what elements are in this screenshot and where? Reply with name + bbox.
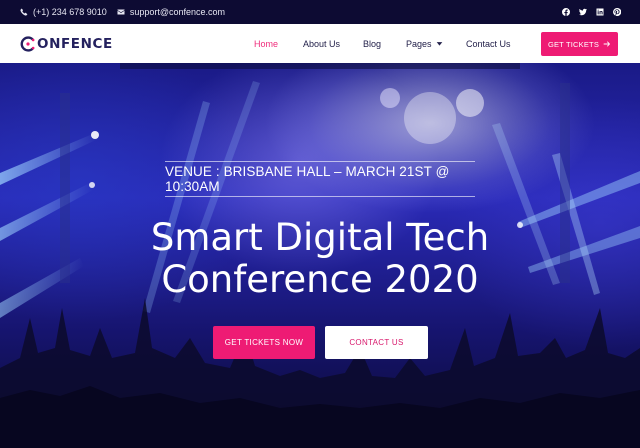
hero-section: VENUE : BRISBANE HALL – MARCH 21ST @ 10:… xyxy=(0,63,640,448)
site-logo[interactable]: ONFENCE xyxy=(20,36,113,52)
get-tickets-button[interactable]: GET TICKETS xyxy=(541,32,618,56)
facebook-icon[interactable] xyxy=(562,8,570,16)
caret-down-icon xyxy=(436,42,442,46)
hero-title-line-2: Conference 2020 xyxy=(161,258,479,301)
nav-pages-label: Pages xyxy=(406,38,432,49)
phone-contact[interactable]: (+1) 234 678 9010 xyxy=(20,7,107,17)
linkedin-icon[interactable] xyxy=(596,8,604,16)
hero-content: VENUE : BRISBANE HALL – MARCH 21ST @ 10:… xyxy=(0,63,640,448)
site-header: ONFENCE Home About Us Blog Pages Contact… xyxy=(0,24,640,63)
hero-title: Smart Digital Tech Conference 2020 xyxy=(60,217,580,301)
social-links xyxy=(562,8,621,16)
logo-icon xyxy=(20,35,35,52)
venue-banner: VENUE : BRISBANE HALL – MARCH 21ST @ 10:… xyxy=(165,161,475,197)
email-address: support@confence.com xyxy=(129,7,225,17)
email-contact[interactable]: support@confence.com xyxy=(117,7,225,17)
nav-blog[interactable]: Blog xyxy=(363,39,381,49)
hero-title-line-1: Smart Digital Tech xyxy=(150,216,490,259)
venue-text: VENUE : BRISBANE HALL – MARCH 21ST @ 10:… xyxy=(165,164,450,194)
arrow-right-icon xyxy=(603,41,611,47)
contact-us-label: CONTACT US xyxy=(349,338,404,347)
phone-icon xyxy=(20,8,28,16)
phone-number: (+1) 234 678 9010 xyxy=(33,7,107,17)
nav-contact[interactable]: Contact Us xyxy=(466,39,511,49)
nav-home[interactable]: Home xyxy=(254,39,278,49)
nav-about[interactable]: About Us xyxy=(303,39,340,49)
logo-wordmark: ONFENCE xyxy=(37,35,113,52)
topbar: (+1) 234 678 9010 support@confence.com xyxy=(0,0,640,24)
twitter-icon[interactable] xyxy=(579,8,587,16)
get-tickets-label: GET TICKETS xyxy=(547,39,600,49)
contact-us-button[interactable]: CONTACT US xyxy=(325,326,428,359)
pinterest-icon[interactable] xyxy=(613,8,621,16)
get-tickets-now-button[interactable]: GET TICKETS NOW xyxy=(213,326,315,359)
envelope-icon xyxy=(117,9,125,15)
get-tickets-now-label: GET TICKETS NOW xyxy=(224,338,304,347)
nav-pages[interactable]: Pages xyxy=(406,39,443,49)
